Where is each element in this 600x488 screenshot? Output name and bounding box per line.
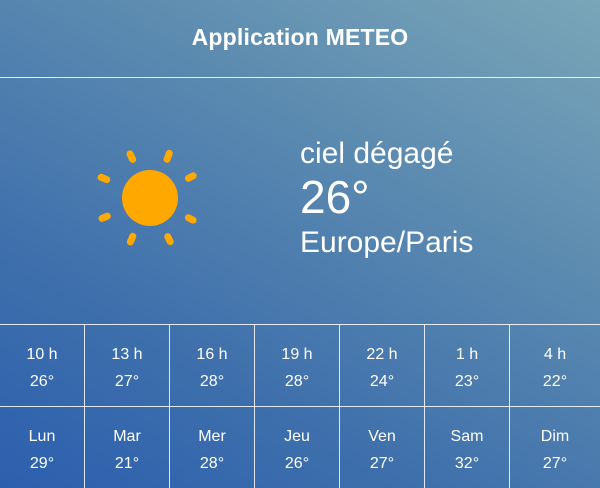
day-label: Sam xyxy=(450,428,484,445)
day-temperature: 21° xyxy=(114,455,140,472)
hour-temperature: 26° xyxy=(29,373,55,390)
daily-cell: Sam 32° xyxy=(425,407,510,488)
daily-cell: Mer 28° xyxy=(170,407,255,488)
hour-label: 10 h xyxy=(26,346,58,363)
hour-label: 16 h xyxy=(196,346,228,363)
day-temperature: 26° xyxy=(284,455,310,472)
day-label: Mar xyxy=(113,428,141,445)
conditions-block: ciel dégagé 26° Europe/Paris xyxy=(300,136,473,261)
hour-label: 1 h xyxy=(455,346,479,363)
day-temperature: 27° xyxy=(369,455,395,472)
hour-temperature: 28° xyxy=(199,373,225,390)
weather-app: Application METEO ciel dégagé 26° Europe… xyxy=(0,0,600,488)
hourly-cell: 19 h 28° xyxy=(255,325,340,407)
current-weather: ciel dégagé 26° Europe/Paris xyxy=(0,78,600,324)
sun-icon xyxy=(97,149,197,246)
hourly-cell: 4 h 22° xyxy=(510,325,600,407)
day-label: Mer xyxy=(198,428,226,445)
daily-cell: Dim 27° xyxy=(510,407,600,488)
hourly-forecast: 10 h 26° 13 h 27° 16 h 28° 19 h 28° 22 h… xyxy=(0,324,600,407)
daily-cell: Jeu 26° xyxy=(255,407,340,488)
hourly-cell: 1 h 23° xyxy=(425,325,510,407)
hour-temperature: 22° xyxy=(542,373,568,390)
daily-forecast: Lun 29° Mar 21° Mer 28° Jeu 26° Ven 27° … xyxy=(0,406,600,488)
location-name: Europe/Paris xyxy=(300,226,474,259)
day-temperature: 28° xyxy=(199,455,225,472)
day-temperature: 29° xyxy=(29,455,55,472)
hourly-cell: 22 h 24° xyxy=(340,325,425,407)
hour-label: 4 h xyxy=(543,346,567,363)
hourly-cell: 13 h 27° xyxy=(85,325,170,407)
hourly-cell: 10 h 26° xyxy=(0,325,85,407)
daily-cell: Lun 29° xyxy=(0,407,85,488)
current-temperature: 26° xyxy=(300,171,370,223)
day-label: Jeu xyxy=(284,428,310,445)
day-temperature: 27° xyxy=(542,455,568,472)
hour-temperature: 24° xyxy=(369,373,395,390)
app-header: Application METEO xyxy=(0,0,600,78)
daily-cell: Mar 21° xyxy=(85,407,170,488)
day-label: Ven xyxy=(368,428,396,445)
hour-temperature: 27° xyxy=(114,373,140,390)
day-label: Lun xyxy=(28,428,56,445)
day-label: Dim xyxy=(540,428,570,445)
day-temperature: 32° xyxy=(454,455,480,472)
hour-label: 19 h xyxy=(281,346,313,363)
app-title: Application METEO xyxy=(191,24,409,50)
hour-temperature: 28° xyxy=(284,373,310,390)
hour-label: 13 h xyxy=(111,346,143,363)
hour-temperature: 23° xyxy=(454,373,480,390)
hour-label: 22 h xyxy=(366,346,398,363)
weather-condition: ciel dégagé xyxy=(300,137,454,170)
hourly-cell: 16 h 28° xyxy=(170,325,255,407)
daily-cell: Ven 27° xyxy=(340,407,425,488)
